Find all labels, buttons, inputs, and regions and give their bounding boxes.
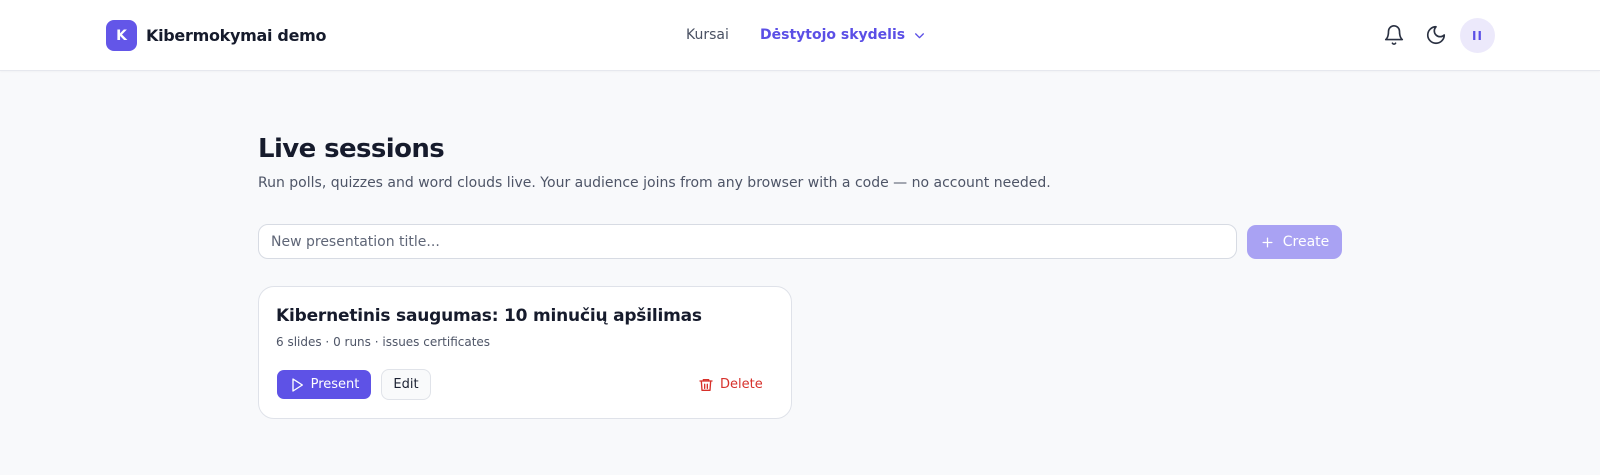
page-subtitle: Run polls, quizzes and word clouds live.…: [258, 175, 1051, 191]
brand-name: Kibermokymai demo: [146, 26, 327, 45]
page-title: Live sessions: [258, 134, 445, 164]
user-avatar[interactable]: II: [1460, 18, 1495, 53]
new-presentation-title-input[interactable]: [258, 224, 1237, 259]
play-icon: [291, 377, 303, 392]
nav-link-courses[interactable]: Kursai: [686, 24, 729, 46]
brand-link[interactable]: K Kibermokymai demo: [106, 20, 327, 51]
presentation-card: Kibernetinis saugumas: 10 minučių apšili…: [258, 286, 792, 419]
plus-icon: [1262, 237, 1273, 247]
brand-logo: K: [106, 20, 137, 51]
nav-dropdown-instructor-dashboard[interactable]: Dėstytojo skydelis: [760, 24, 926, 46]
create-presentation-button[interactable]: Create: [1247, 225, 1342, 259]
moon-icon: [1426, 25, 1446, 45]
presentation-meta: 6 slides · 0 runs · issues certificates: [276, 335, 491, 349]
bell-icon: [1384, 25, 1404, 45]
top-navbar: K Kibermokymai demo Kursai Dėstytojo sky…: [0, 0, 1600, 71]
presentation-title: Kibernetinis saugumas: 10 minučių apšili…: [276, 306, 702, 326]
theme-toggle-button[interactable]: [1422, 21, 1450, 49]
nav-dropdown-label: Dėstytojo skydelis: [760, 27, 906, 43]
present-button[interactable]: Present: [277, 370, 371, 399]
create-button-label: Create: [1282, 234, 1330, 250]
notifications-button[interactable]: [1380, 21, 1408, 49]
edit-button[interactable]: Edit: [381, 369, 431, 400]
delete-button[interactable]: Delete: [693, 371, 768, 398]
delete-button-label: Delete: [720, 377, 763, 392]
trash-icon: [699, 378, 713, 391]
present-button-label: Present: [310, 377, 360, 392]
chevron-down-icon: [915, 32, 925, 38]
